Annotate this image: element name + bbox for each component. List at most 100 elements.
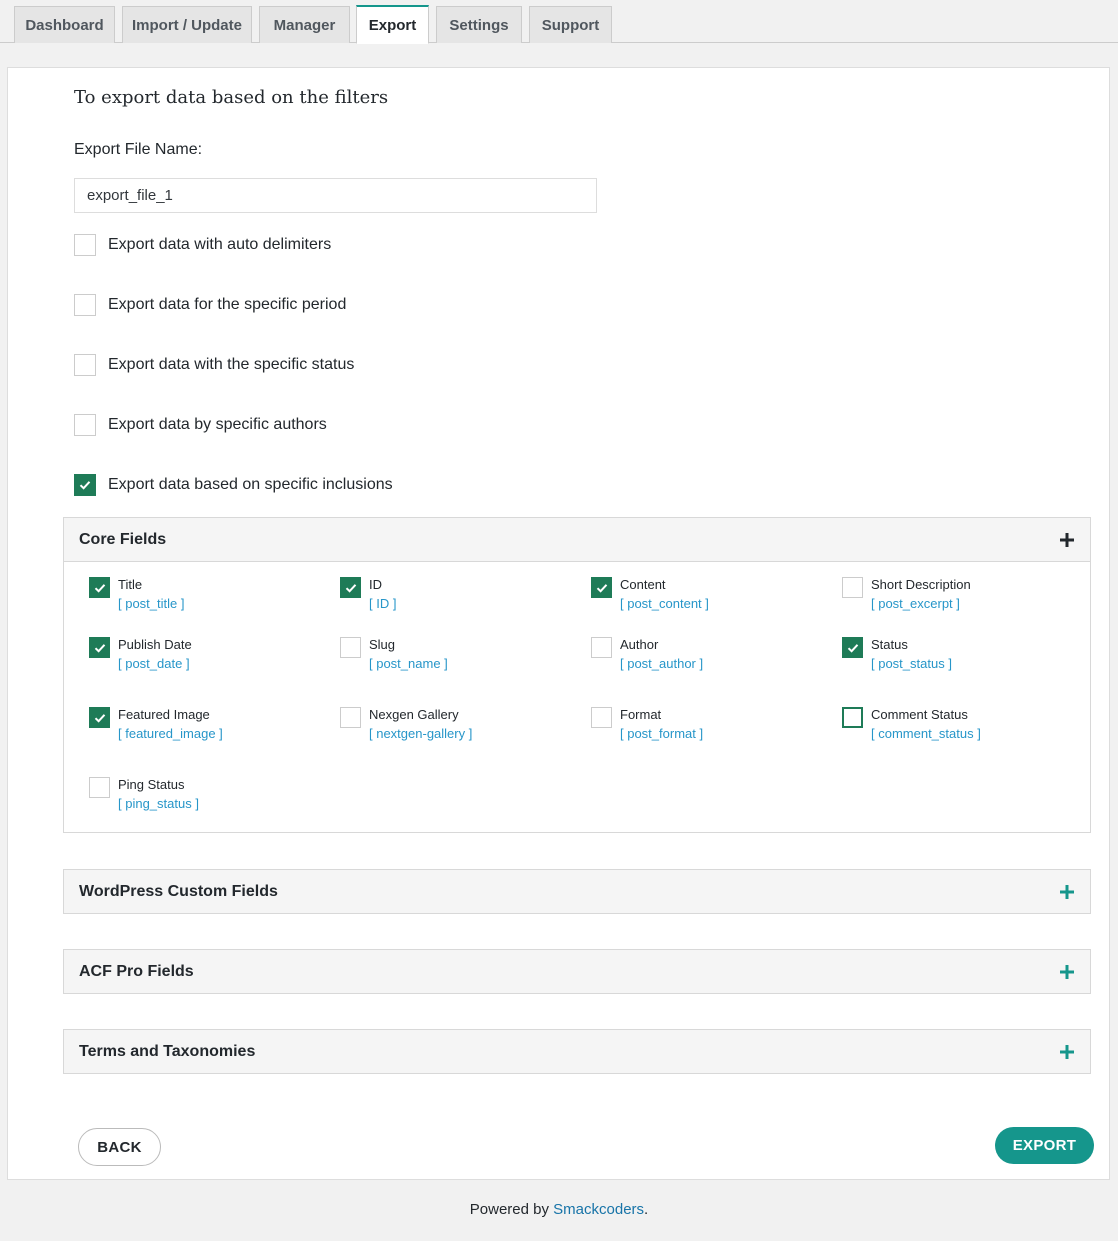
section-title: ACF Pro Fields <box>79 962 194 980</box>
core-field[interactable]: Comment Status [ comment_status ] <box>842 707 981 743</box>
field-name: Slug <box>369 637 396 652</box>
acf-pro-fields-header[interactable]: ACF Pro Fields <box>64 950 1090 993</box>
option-checkbox[interactable] <box>74 234 96 256</box>
core-field[interactable]: Short Description [ post_excerpt ] <box>842 577 971 613</box>
field-key: [ post_title ] <box>118 596 185 611</box>
option-label: Export data based on specific inclusions <box>108 476 393 493</box>
field-text: Author [ post_author ] <box>620 637 703 673</box>
field-name: ID <box>369 577 382 592</box>
core-field[interactable]: Title [ post_title ] <box>89 577 184 613</box>
export-option[interactable]: Export data with the specific status <box>74 354 354 376</box>
field-text: Comment Status [ comment_status ] <box>871 707 981 743</box>
field-name: Short Description <box>871 577 971 592</box>
field-checkbox[interactable] <box>89 777 110 798</box>
core-field[interactable]: Nexgen Gallery [ nextgen-gallery ] <box>340 707 472 743</box>
core-fields-header[interactable]: Core Fields <box>64 518 1090 561</box>
footer: Powered by Smackcoders. <box>0 1201 1118 1218</box>
file-name-label: Export File Name: <box>74 141 203 158</box>
option-checkbox[interactable] <box>74 354 96 376</box>
field-name: Title <box>118 577 143 592</box>
core-field[interactable]: Content [ post_content ] <box>591 577 709 613</box>
field-name: Publish Date <box>118 637 192 652</box>
export-button[interactable]: EXPORT <box>995 1127 1094 1164</box>
field-checkbox[interactable] <box>842 577 863 598</box>
tab-manager[interactable]: Manager <box>259 6 350 43</box>
plus-icon[interactable] <box>1059 884 1075 900</box>
core-fields-body: Title [ post_title ] ID [ ID ] Content [ post… <box>64 561 1090 832</box>
field-key: [ ping_status ] <box>118 796 199 811</box>
section-title: Terms and Taxonomies <box>79 1042 256 1060</box>
option-checkbox[interactable] <box>74 294 96 316</box>
plus-icon[interactable] <box>1059 1044 1075 1060</box>
smackcoders-link[interactable]: Smackcoders <box>553 1201 644 1218</box>
field-text: Content [ post_content ] <box>620 577 709 613</box>
field-key: [ post_status ] <box>871 656 952 671</box>
back-button[interactable]: BACK <box>78 1128 161 1166</box>
core-field[interactable]: Format [ post_format ] <box>591 707 703 743</box>
field-checkbox[interactable] <box>89 637 110 658</box>
field-name: Nexgen Gallery <box>369 707 459 722</box>
tab-support[interactable]: Support <box>529 6 612 43</box>
core-field[interactable]: Slug [ post_name ] <box>340 637 448 673</box>
field-text: Slug [ post_name ] <box>369 637 448 673</box>
field-text: Publish Date [ post_date ] <box>118 637 192 673</box>
option-label: Export data with auto delimiters <box>108 236 332 253</box>
field-checkbox[interactable] <box>89 707 110 728</box>
field-checkbox[interactable] <box>591 707 612 728</box>
field-checkbox[interactable] <box>340 637 361 658</box>
wordpress-custom-fields-header[interactable]: WordPress Custom Fields <box>64 870 1090 913</box>
field-key: [ featured_image ] <box>118 726 223 741</box>
field-checkbox[interactable] <box>591 637 612 658</box>
field-name: Comment Status <box>871 707 968 722</box>
tab-import-update[interactable]: Import / Update <box>122 6 252 43</box>
export-option[interactable]: Export data based on specific inclusions <box>74 474 393 496</box>
field-name: Ping Status <box>118 777 185 792</box>
export-option[interactable]: Export data with auto delimiters <box>74 234 331 256</box>
section-title: WordPress Custom Fields <box>79 882 278 900</box>
page-title: To export data based on the filters <box>74 87 389 108</box>
field-checkbox[interactable] <box>842 707 863 728</box>
field-text: Short Description [ post_excerpt ] <box>871 577 971 613</box>
core-field[interactable]: Featured Image [ featured_image ] <box>89 707 223 743</box>
core-field[interactable]: Author [ post_author ] <box>591 637 703 673</box>
terms-taxonomies-header[interactable]: Terms and Taxonomies <box>64 1030 1090 1073</box>
core-fields-section: Core Fields Title [ post_title ] ID [ ID ] C… <box>63 517 1091 833</box>
field-key: [ post_excerpt ] <box>871 596 960 611</box>
export-option[interactable]: Export data for the specific period <box>74 294 346 316</box>
field-key: [ post_content ] <box>620 596 709 611</box>
field-text: ID [ ID ] <box>369 577 396 613</box>
field-checkbox[interactable] <box>340 707 361 728</box>
export-option[interactable]: Export data by specific authors <box>74 414 327 436</box>
field-name: Content <box>620 577 666 592</box>
option-checkbox[interactable] <box>74 474 96 496</box>
core-field[interactable]: ID [ ID ] <box>340 577 396 613</box>
field-key: [ comment_status ] <box>871 726 981 741</box>
tab-settings[interactable]: Settings <box>436 6 522 43</box>
terms-taxonomies-section: Terms and Taxonomies <box>63 1029 1091 1074</box>
checkmark-icon <box>79 481 91 490</box>
field-checkbox[interactable] <box>842 637 863 658</box>
field-key: [ post_name ] <box>369 656 448 671</box>
core-field[interactable]: Ping Status [ ping_status ] <box>89 777 199 813</box>
field-key: [ post_author ] <box>620 656 704 671</box>
footer-suffix: . <box>644 1201 649 1218</box>
core-field[interactable]: Publish Date [ post_date ] <box>89 637 192 673</box>
checkmark-icon <box>345 583 356 593</box>
field-name: Status <box>871 637 908 652</box>
core-field[interactable]: Status [ post_status ] <box>842 637 952 673</box>
tab-dashboard[interactable]: Dashboard <box>14 6 115 43</box>
option-label: Export data with the specific status <box>108 356 355 373</box>
checkmark-icon <box>596 583 607 593</box>
plus-icon[interactable] <box>1059 532 1075 548</box>
plus-icon[interactable] <box>1059 964 1075 980</box>
tab-export[interactable]: Export <box>356 5 429 44</box>
field-checkbox[interactable] <box>340 577 361 598</box>
option-label: Export data for the specific period <box>108 296 347 313</box>
field-text: Format [ post_format ] <box>620 707 703 743</box>
option-checkbox[interactable] <box>74 414 96 436</box>
field-checkbox[interactable] <box>89 577 110 598</box>
field-text: Featured Image [ featured_image ] <box>118 707 223 743</box>
field-checkbox[interactable] <box>591 577 612 598</box>
checkmark-icon <box>94 643 105 653</box>
file-name-input[interactable] <box>74 178 597 213</box>
